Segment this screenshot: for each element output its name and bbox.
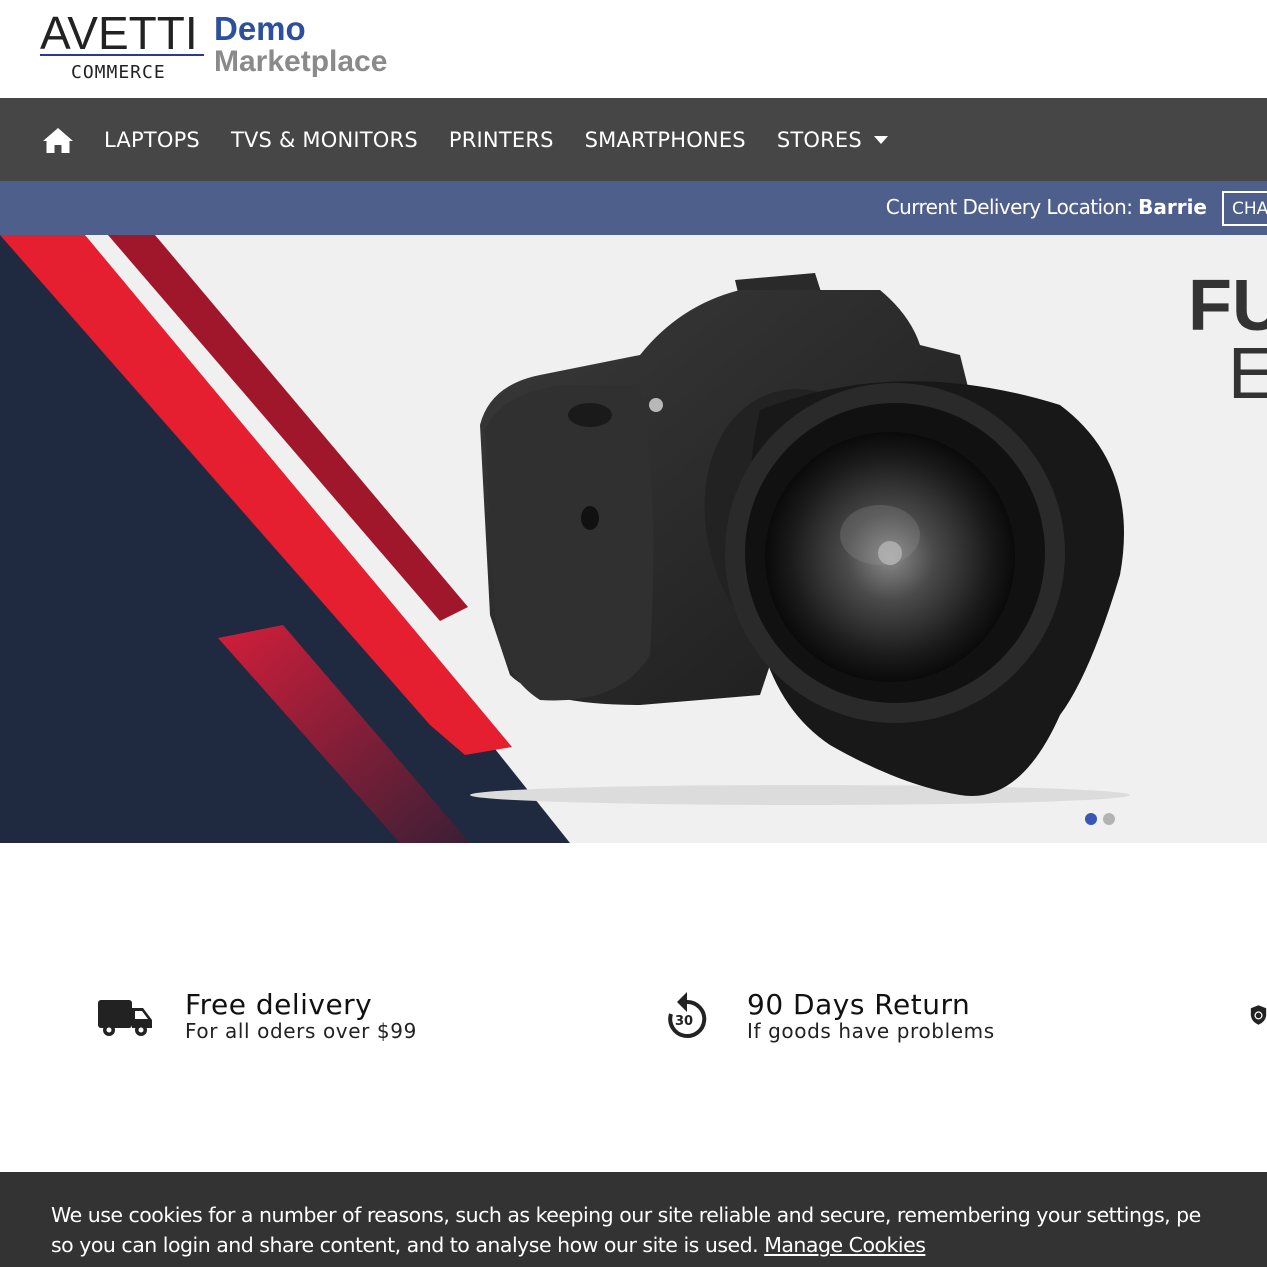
nav-item-label: TVS & MONITORS bbox=[230, 127, 418, 152]
manage-cookies-link[interactable]: Manage Cookies bbox=[764, 1233, 926, 1257]
delivery-label: Current Delivery Location: bbox=[885, 195, 1133, 219]
shield-icon bbox=[1250, 990, 1267, 1040]
feature-title: 90 Days Return bbox=[747, 988, 971, 1021]
feature-returns: 30 90 Days Return If goods have problems bbox=[665, 990, 995, 1042]
logo-subtitle: COMMERCE bbox=[71, 62, 166, 83]
cookie-line-2-text: so you can login and share content, and … bbox=[51, 1233, 759, 1257]
feature-title: Free delivery bbox=[185, 988, 373, 1021]
feature-subtitle: If goods have problems bbox=[747, 1019, 995, 1043]
slider-dot-2[interactable] bbox=[1103, 813, 1115, 825]
nav-item-label: SMARTPHONES bbox=[584, 127, 746, 152]
nav-item-label: PRINTERS bbox=[448, 127, 554, 152]
logo-rule bbox=[40, 54, 204, 56]
main-nav: LAPTOPS TVS & MONITORS PRINTERS SMARTPHO… bbox=[0, 98, 1267, 181]
nav-home-button[interactable] bbox=[40, 122, 76, 158]
site-name-line2: Marketplace bbox=[214, 45, 388, 78]
return-30-icon: 30 bbox=[665, 990, 709, 1042]
feature-subtitle: For all oders over $99 bbox=[185, 1019, 417, 1043]
feature-text: Free delivery For all oders over $99 bbox=[185, 988, 417, 1043]
slider-dot-1[interactable] bbox=[1085, 813, 1097, 825]
nav-item-stores[interactable]: STORES bbox=[777, 128, 888, 152]
camera-image bbox=[470, 273, 1130, 805]
cookie-line-1: We use cookies for a number of reasons, … bbox=[51, 1203, 1201, 1227]
hero-banner-graphic bbox=[0, 235, 1130, 843]
nav-item-laptops[interactable]: LAPTOPS bbox=[104, 128, 200, 152]
hero-headline: FU bbox=[1188, 266, 1267, 346]
delivery-location-value: Barrie bbox=[1138, 195, 1207, 219]
hero-slider[interactable]: FU E bbox=[0, 235, 1267, 843]
cookie-banner: We use cookies for a number of reasons, … bbox=[0, 1172, 1267, 1267]
site-name-line1: Demo bbox=[214, 10, 306, 47]
nav-item-label: LAPTOPS bbox=[104, 127, 200, 152]
truck-icon bbox=[97, 994, 153, 1038]
feature-text: 90 Days Return If goods have problems bbox=[747, 988, 995, 1043]
nav-item-tvs-monitors[interactable]: TVS & MONITORS bbox=[231, 128, 418, 152]
change-location-button[interactable]: CHA bbox=[1222, 191, 1267, 226]
cookie-line-2: so you can login and share content, and … bbox=[51, 1230, 1267, 1260]
feature-secure bbox=[1250, 990, 1267, 1040]
delivery-location-bar: Current Delivery Location: Barrie CHA bbox=[0, 181, 1267, 235]
home-icon bbox=[43, 127, 73, 153]
logo-brand: AVETTI bbox=[40, 7, 198, 59]
return-30-icon-label: 30 bbox=[675, 1014, 694, 1029]
delivery-location-text: Current Delivery Location: Barrie bbox=[886, 195, 1207, 219]
nav-item-printers[interactable]: PRINTERS bbox=[449, 128, 554, 152]
caret-down-icon bbox=[873, 135, 888, 144]
hero-subline: E bbox=[1228, 334, 1267, 414]
feature-free-delivery: Free delivery For all oders over $99 bbox=[97, 990, 417, 1042]
cookie-text: We use cookies for a number of reasons, … bbox=[51, 1200, 1267, 1260]
site-logo[interactable]: AVETTI COMMERCE Demo Marketplace bbox=[40, 10, 400, 90]
nav-item-smartphones[interactable]: SMARTPHONES bbox=[585, 128, 746, 152]
nav-item-label: STORES bbox=[776, 127, 862, 152]
site-header: AVETTI COMMERCE Demo Marketplace bbox=[0, 0, 1267, 98]
